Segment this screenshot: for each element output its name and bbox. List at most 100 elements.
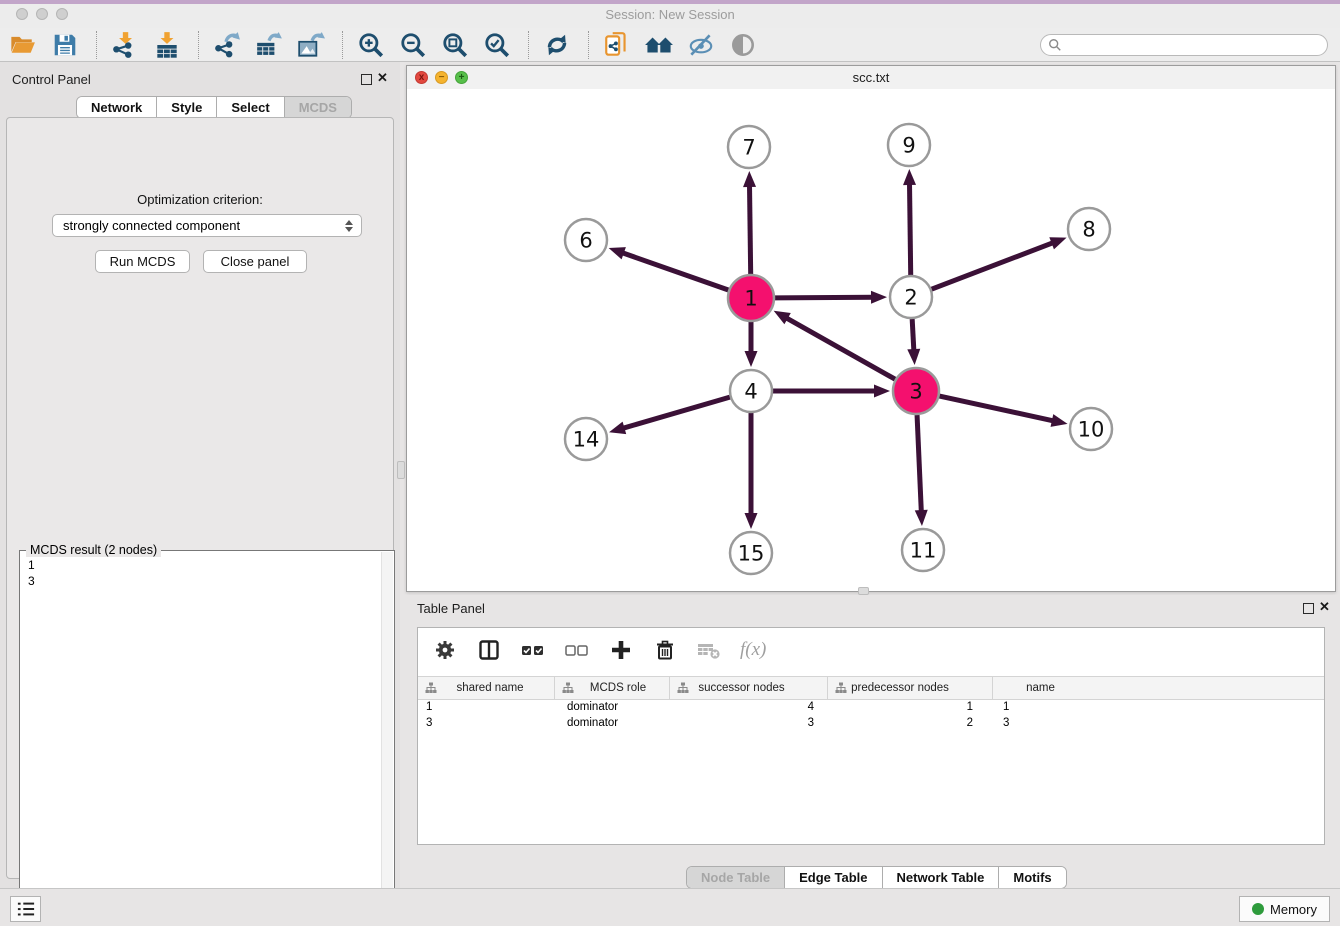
toolbar-separator	[96, 31, 98, 59]
application-window: Session: New Session	[0, 0, 1340, 926]
close-panel-icon[interactable]: ✕	[1319, 599, 1330, 615]
memory-label: Memory	[1270, 902, 1317, 917]
graph-edge-arrowhead	[745, 513, 758, 529]
graph-edge-arrowhead	[903, 169, 916, 185]
delete-table-icon-disabled[interactable]	[694, 635, 724, 665]
graph-edge-1-6[interactable]	[621, 252, 728, 290]
tab-style[interactable]: Style	[157, 97, 217, 118]
graph-edge-3-10[interactable]	[939, 396, 1054, 421]
tab-select[interactable]: Select	[217, 97, 284, 118]
close-panel-button[interactable]: Close panel	[203, 250, 307, 273]
delete-column-icon[interactable]	[650, 635, 680, 665]
import-network-icon[interactable]	[110, 30, 140, 60]
status-bar: Memory	[0, 888, 1340, 926]
column-header-name[interactable]: name	[993, 677, 1078, 699]
toolbar-separator	[588, 31, 590, 59]
splitter-handle-icon[interactable]	[397, 461, 405, 479]
table-toolbar: f(x)	[418, 628, 1324, 672]
open-folder-icon[interactable]	[8, 30, 38, 60]
first-neighbors-icon[interactable]	[644, 30, 674, 60]
tab-edge-table[interactable]: Edge Table	[785, 867, 882, 888]
show-hidden-icon[interactable]	[728, 30, 758, 60]
main-toolbar	[0, 28, 1340, 62]
show-columns-icon[interactable]	[474, 635, 504, 665]
clone-network-icon[interactable]	[602, 30, 632, 60]
graph-edge-3-1[interactable]	[785, 317, 895, 379]
column-header-mcds-role[interactable]: MCDS role	[555, 677, 670, 699]
export-network-icon[interactable]	[212, 30, 242, 60]
export-image-icon[interactable]	[296, 30, 326, 60]
graph-node-label: 8	[1082, 217, 1095, 241]
select-stepper-icon	[345, 220, 353, 232]
graph-edge-4-14[interactable]	[622, 397, 730, 429]
hide-selected-icon[interactable]	[686, 30, 716, 60]
graph-node-label: 1	[744, 286, 757, 310]
tab-mcds[interactable]: MCDS	[285, 97, 351, 118]
task-history-button[interactable]	[10, 896, 41, 922]
graph-edge-arrowhead	[743, 171, 756, 187]
graph-edge-2-8[interactable]	[932, 242, 1055, 289]
network-canvas[interactable]: 7968124314101511	[407, 89, 1335, 591]
deselect-all-columns-icon[interactable]	[562, 635, 592, 665]
graph-edge-2-9[interactable]	[909, 182, 910, 275]
import-table-icon[interactable]	[152, 30, 182, 60]
tab-motifs[interactable]: Motifs	[999, 867, 1065, 888]
search-input[interactable]	[1067, 37, 1327, 53]
float-panel-icon[interactable]	[1303, 603, 1314, 614]
graph-node-label: 10	[1078, 417, 1105, 441]
network-window-titlebar[interactable]: x − + scc.txt	[407, 66, 1335, 90]
graph-edge-1-7[interactable]	[749, 184, 750, 274]
graph-edge-2-3[interactable]	[912, 319, 914, 352]
refresh-icon[interactable]	[542, 30, 572, 60]
create-column-icon[interactable]	[606, 635, 636, 665]
float-panel-icon[interactable]	[361, 74, 372, 85]
table-row[interactable]: 1 dominator 4 1 1	[418, 700, 1324, 716]
network-window-title: scc.txt	[407, 70, 1335, 85]
graph-node-label: 14	[573, 427, 600, 451]
titlebar-accent-strip	[0, 0, 1340, 4]
graph-edge-arrowhead	[745, 351, 758, 367]
graph-node-label: 9	[902, 133, 915, 157]
export-table-icon[interactable]	[254, 30, 284, 60]
app-titlebar: Session: New Session	[0, 0, 1340, 29]
control-panel: Control Panel ✕ Network Style Select MCD…	[0, 62, 400, 888]
cell-shared-name: 3	[418, 716, 555, 732]
zoom-selected-icon[interactable]	[482, 30, 512, 60]
graph-edge-1-2[interactable]	[775, 297, 874, 298]
close-panel-icon[interactable]: ✕	[377, 70, 388, 86]
graph-edge-3-11[interactable]	[917, 415, 921, 513]
column-header-successor-nodes[interactable]: successor nodes	[670, 677, 828, 699]
table-row[interactable]: 3 dominator 3 2 3	[418, 716, 1324, 732]
zoom-in-icon[interactable]	[356, 30, 386, 60]
graph-edge-arrowhead	[874, 385, 890, 398]
graph-node-label: 11	[910, 538, 937, 562]
result-scrollbar[interactable]	[381, 552, 393, 926]
table-panel-title: Table Panel	[417, 601, 485, 616]
tab-network[interactable]: Network	[77, 97, 157, 118]
memory-button[interactable]: Memory	[1239, 896, 1330, 922]
cell-mcds-role: dominator	[555, 700, 670, 716]
tab-network-table[interactable]: Network Table	[883, 867, 1000, 888]
column-label: successor nodes	[698, 682, 784, 694]
splitter-handle-icon[interactable]	[858, 587, 869, 595]
hierarchy-icon	[835, 682, 847, 694]
column-header-shared-name[interactable]: shared name	[418, 677, 555, 699]
save-icon[interactable]	[50, 30, 80, 60]
tab-node-table[interactable]: Node Table	[687, 867, 785, 888]
mcds-result-title: MCDS result (2 nodes)	[26, 543, 161, 557]
table-settings-gear-icon[interactable]	[430, 635, 460, 665]
column-header-predecessor-nodes[interactable]: predecessor nodes	[828, 677, 993, 699]
hierarchy-icon	[425, 682, 437, 694]
criterion-select[interactable]: strongly connected component	[52, 214, 362, 237]
zoom-out-icon[interactable]	[398, 30, 428, 60]
run-mcds-button[interactable]: Run MCDS	[95, 250, 190, 273]
search-field[interactable]	[1040, 34, 1328, 56]
function-builder-icon[interactable]: f(x)	[740, 639, 766, 661]
mcds-tab-body: Optimization criterion: strongly connect…	[6, 117, 394, 879]
select-all-columns-icon[interactable]	[518, 635, 548, 665]
zoom-fit-icon[interactable]	[440, 30, 470, 60]
cell-predecessor-nodes: 2	[828, 716, 993, 732]
control-panel-tabs: Network Style Select MCDS	[76, 96, 352, 119]
node-table: shared name MCDS role successor nodes pr…	[418, 676, 1324, 732]
network-graph[interactable]: 7968124314101511	[407, 89, 1335, 591]
